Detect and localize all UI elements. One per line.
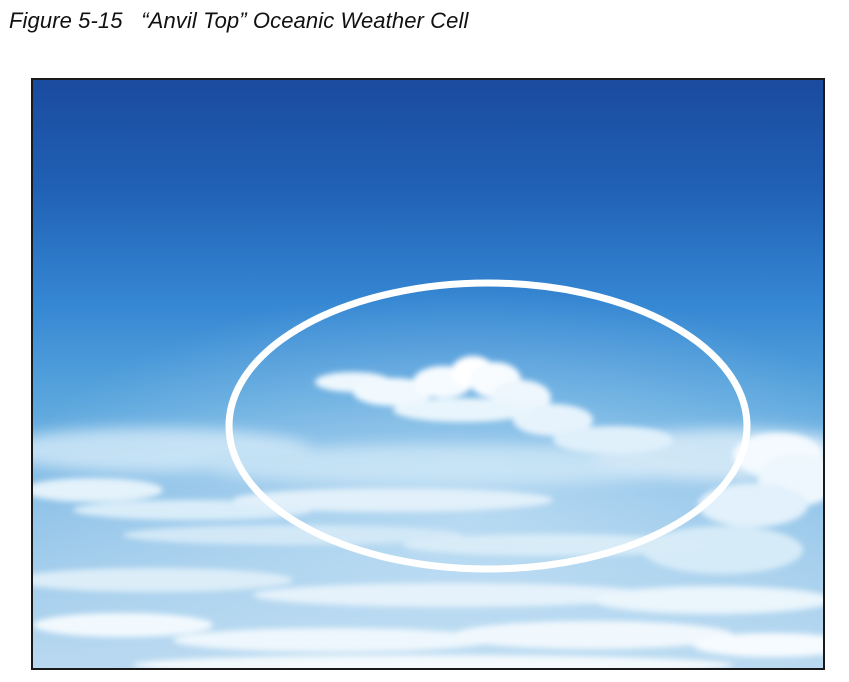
- figure-caption: Figure 5-15 “Anvil Top” Oceanic Weather …: [9, 8, 469, 33]
- weather-cell-photo: [31, 78, 825, 670]
- photo-canvas: [33, 80, 823, 668]
